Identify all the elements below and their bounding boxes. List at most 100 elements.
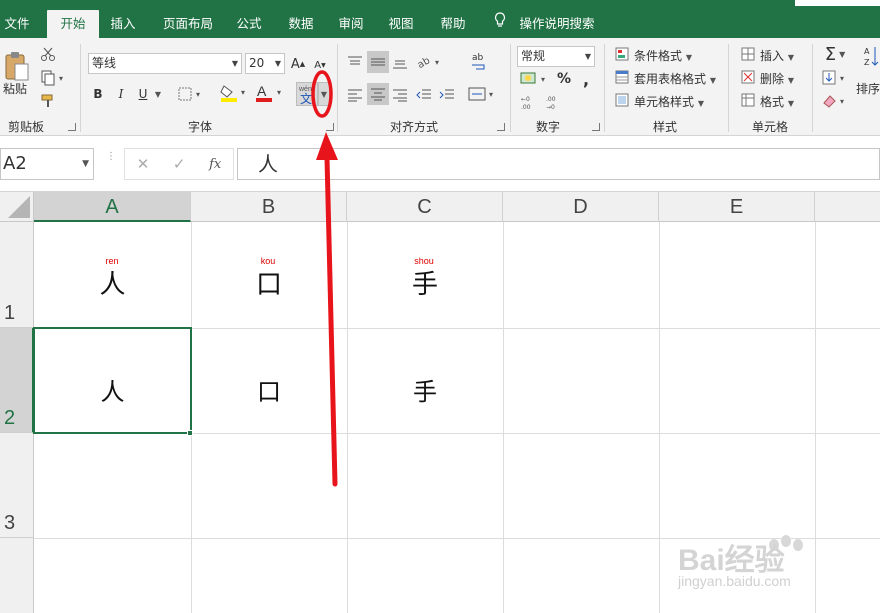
italic-button[interactable]: I: [113, 85, 129, 103]
cancel-icon[interactable]: ✕: [137, 155, 150, 173]
align-top-icon[interactable]: [345, 52, 365, 72]
column-header-b[interactable]: B: [191, 192, 347, 222]
svg-text:▾: ▾: [277, 88, 281, 97]
copy-icon[interactable]: ▾: [38, 68, 68, 88]
comma-button[interactable]: ,: [578, 69, 594, 89]
font-size-combo[interactable]: 20 ▼: [245, 53, 285, 74]
conditional-format-button[interactable]: 条件格式 ▼: [634, 47, 692, 64]
format-as-table-icon[interactable]: [614, 69, 630, 85]
cell-a1[interactable]: 人: [34, 264, 191, 301]
clipboard-group-label: 剪贴板: [7, 120, 44, 134]
cut-icon[interactable]: [38, 44, 58, 64]
svg-text:.00: .00: [546, 96, 556, 103]
decrease-font-icon[interactable]: A ▼: [312, 56, 328, 74]
align-right-icon[interactable]: [390, 85, 410, 105]
fill-color-icon[interactable]: ▾: [218, 82, 252, 104]
row-header-3[interactable]: 3: [0, 433, 34, 538]
accounting-format-icon[interactable]: ▾: [518, 69, 550, 89]
cell-styles-button[interactable]: 单元格样式 ▼: [634, 93, 704, 110]
bold-button[interactable]: B: [90, 85, 106, 103]
row-header-2[interactable]: 2: [0, 328, 34, 433]
tab-help[interactable]: 帮助: [434, 10, 472, 38]
insert-cells-icon[interactable]: [740, 46, 756, 62]
increase-decimal-icon[interactable]: ←0.00: [518, 93, 540, 111]
sort-filter-label[interactable]: 排序: [856, 80, 880, 97]
increase-indent-icon[interactable]: [437, 85, 457, 105]
insert-cells-button[interactable]: 插入 ▼: [760, 47, 794, 64]
cell-c1[interactable]: 手: [347, 264, 503, 301]
decrease-decimal-icon[interactable]: .00 →0: [543, 93, 565, 111]
number-launcher-icon[interactable]: [592, 123, 600, 131]
percent-button[interactable]: %: [555, 69, 573, 89]
tab-review[interactable]: 审阅: [332, 10, 370, 38]
tab-view[interactable]: 视图: [382, 10, 420, 38]
align-middle-icon[interactable]: [367, 51, 389, 73]
column-header-f[interactable]: [815, 192, 880, 222]
tab-file[interactable]: 文件: [0, 10, 34, 38]
align-bottom-icon[interactable]: [390, 52, 410, 72]
svg-text:▾: ▾: [489, 90, 493, 99]
wrap-text-icon[interactable]: ab: [468, 50, 490, 74]
paste-label[interactable]: 粘贴: [3, 80, 27, 97]
column-header-d[interactable]: D: [503, 192, 659, 222]
tab-data[interactable]: 数据: [282, 10, 320, 38]
fill-handle[interactable]: [187, 430, 193, 436]
format-painter-icon[interactable]: [38, 91, 58, 111]
delete-cells-label: 删除: [760, 72, 785, 86]
font-color-icon[interactable]: A ▾: [254, 82, 286, 104]
cell-b1[interactable]: 口: [191, 264, 347, 301]
number-format-combo[interactable]: 常规 ▼: [517, 46, 595, 67]
clipboard-launcher-icon[interactable]: [68, 123, 76, 131]
cell-styles-label: 单元格样式: [634, 95, 695, 109]
grip-icon[interactable]: ⋮: [106, 152, 116, 174]
column-header-e[interactable]: E: [659, 192, 815, 222]
sort-filter-icon[interactable]: AZ: [862, 42, 880, 72]
phonetic-dropdown-button[interactable]: ▼: [318, 82, 330, 106]
underline-button[interactable]: U: [135, 85, 151, 103]
align-center-icon[interactable]: [367, 83, 389, 105]
orientation-icon[interactable]: ab ▾: [414, 52, 444, 72]
row-header-1[interactable]: 1: [0, 222, 34, 328]
chevron-down-icon[interactable]: ▼: [153, 87, 163, 101]
name-box[interactable]: A2 ▼: [0, 148, 94, 180]
merge-center-icon[interactable]: ▾: [466, 84, 498, 104]
clear-icon[interactable]: ▾: [820, 91, 850, 111]
insert-cells-label: 插入: [760, 49, 785, 63]
tell-me-search[interactable]: 操作说明搜索: [516, 10, 598, 38]
tab-insert[interactable]: 插入: [102, 10, 144, 38]
select-all-button[interactable]: [0, 192, 34, 222]
cell-b2[interactable]: 口: [191, 372, 347, 407]
font-name-combo[interactable]: 等线 ▼: [88, 53, 242, 74]
chevron-down-icon: ▼: [231, 59, 238, 68]
cell-c2[interactable]: 手: [347, 372, 503, 407]
tab-formulas[interactable]: 公式: [230, 10, 268, 38]
column-header-a[interactable]: A: [34, 192, 191, 222]
insert-function-icon[interactable]: fx: [209, 157, 221, 172]
separator: [604, 44, 605, 132]
column-header-c[interactable]: C: [347, 192, 503, 222]
conditional-format-icon[interactable]: [614, 46, 630, 62]
format-cells-icon[interactable]: [740, 92, 756, 108]
delete-cells-icon[interactable]: [740, 69, 756, 85]
delete-cells-button[interactable]: 删除 ▼: [760, 70, 794, 87]
formula-input[interactable]: 人: [237, 148, 880, 180]
decrease-indent-icon[interactable]: [414, 85, 434, 105]
svg-text:▾: ▾: [840, 74, 844, 83]
format-as-table-button[interactable]: 套用表格格式 ▼: [634, 70, 716, 87]
svg-text:ab: ab: [472, 53, 484, 63]
font-launcher-icon[interactable]: [326, 123, 334, 131]
format-cells-button[interactable]: 格式 ▼: [760, 93, 794, 110]
phonetic-guide-button[interactable]: wén 文: [296, 82, 318, 106]
cell-styles-icon[interactable]: [614, 92, 630, 108]
tab-page-layout[interactable]: 页面布局: [158, 10, 218, 38]
alignment-launcher-icon[interactable]: [497, 123, 505, 131]
increase-font-icon[interactable]: A ▲: [290, 54, 306, 74]
align-left-icon[interactable]: [345, 85, 365, 105]
row-header-4[interactable]: [0, 538, 34, 613]
chevron-down-icon[interactable]: ▼: [82, 149, 89, 179]
tab-home[interactable]: 开始: [47, 10, 99, 38]
borders-icon[interactable]: ▾: [176, 84, 206, 104]
autosum-icon[interactable]: Σ ▼: [820, 44, 850, 65]
fill-icon[interactable]: ▾: [820, 68, 850, 88]
enter-icon[interactable]: ✓: [173, 155, 186, 173]
